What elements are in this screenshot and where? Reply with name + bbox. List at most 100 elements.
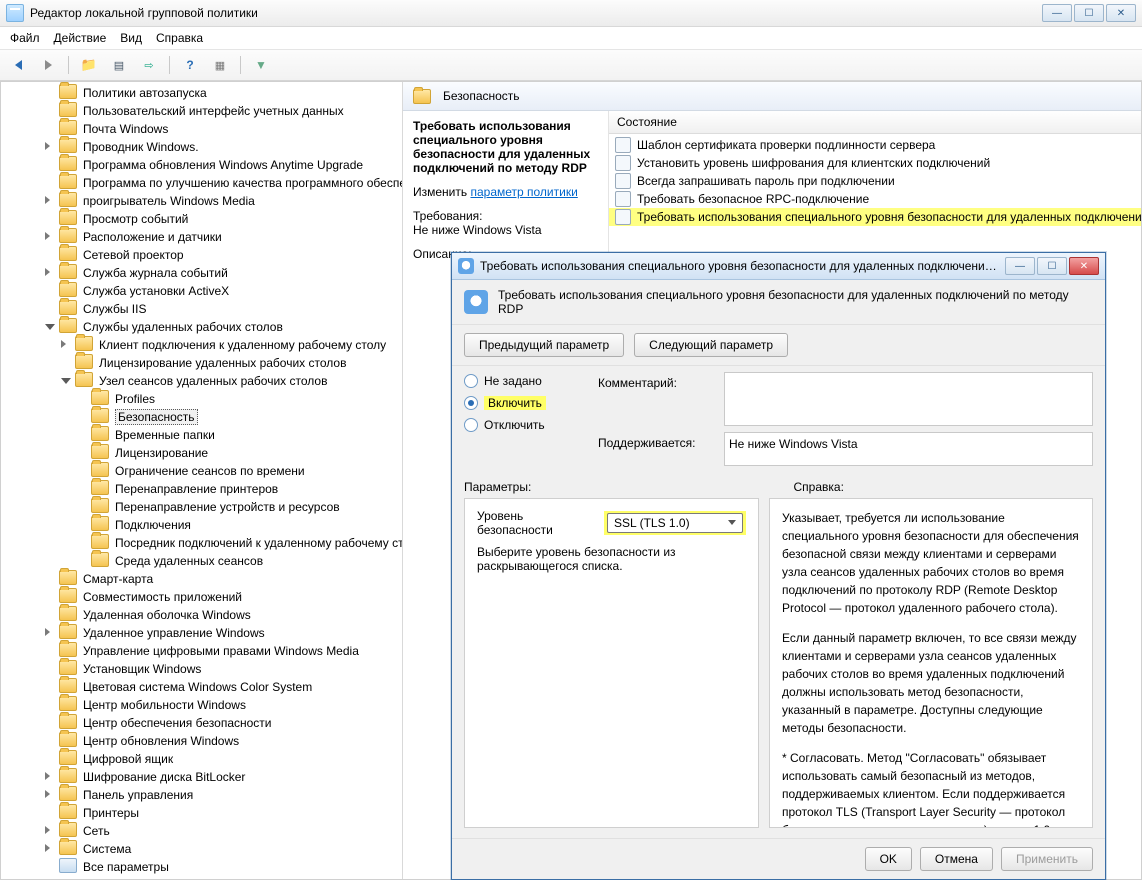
security-level-combo[interactable]: SSL (TLS 1.0): [607, 513, 743, 533]
next-setting-button[interactable]: Следующий параметр: [634, 333, 788, 357]
chevron-right-icon[interactable]: [45, 790, 50, 798]
tree-item[interactable]: Совместимость приложений: [59, 588, 402, 606]
folder-icon: [75, 336, 93, 351]
menu-view[interactable]: Вид: [120, 31, 142, 45]
column-header[interactable]: Состояние: [609, 111, 1141, 134]
folder-icon: [59, 786, 77, 801]
tree-item[interactable]: Служба установки ActiveX: [59, 282, 402, 300]
tree-item[interactable]: Служба журнала событий: [59, 264, 402, 282]
folder-icon: [91, 480, 109, 495]
tree-item[interactable]: Система: [59, 840, 402, 858]
tree-item[interactable]: Проводник Windows.: [59, 138, 402, 156]
tree-item[interactable]: Среда удаленных сеансов: [91, 552, 402, 570]
tree-item[interactable]: Управление цифровыми правами Windows Med…: [59, 642, 402, 660]
help-button[interactable]: ?: [176, 52, 204, 78]
tree-item[interactable]: Profiles: [91, 390, 402, 408]
tree-item[interactable]: Перенаправление принтеров: [91, 480, 402, 498]
tree-item[interactable]: Сеть: [59, 822, 402, 840]
folder-icon: [59, 768, 77, 783]
tree-item[interactable]: Удаленная оболочка Windows: [59, 606, 402, 624]
tree-item[interactable]: Подключения: [91, 516, 402, 534]
dialog-main: Не задано Включить Отключить Комментарий…: [452, 366, 1105, 838]
tree-item[interactable]: Клиент подключения к удаленному рабочему…: [75, 336, 402, 354]
setting-row[interactable]: Установить уровень шифрования для клиент…: [609, 154, 1141, 172]
dialog-maximize-button[interactable]: ☐: [1037, 257, 1067, 275]
tree-item[interactable]: Принтеры: [59, 804, 402, 822]
tree-item[interactable]: Просмотр событий: [59, 210, 402, 228]
chevron-right-icon[interactable]: [45, 844, 50, 852]
tree-item[interactable]: Лицензирование: [91, 444, 402, 462]
tree-item[interactable]: Посредник подключений к удаленному рабоч…: [91, 534, 402, 552]
tree-item[interactable]: Службы IIS: [59, 300, 402, 318]
tree-item[interactable]: проигрыватель Windows Media: [59, 192, 402, 210]
tree-item[interactable]: Службы удаленных рабочих столовКлиент по…: [59, 318, 402, 570]
tree-item[interactable]: Все параметры: [59, 858, 402, 876]
show-hide-button[interactable]: ▤: [105, 52, 133, 78]
tree-item[interactable]: Расположение и датчики: [59, 228, 402, 246]
close-button[interactable]: ✕: [1106, 4, 1136, 22]
tree-item[interactable]: Ограничение сеансов по времени: [91, 462, 402, 480]
tree-item[interactable]: Перенаправление устройств и ресурсов: [91, 498, 402, 516]
setting-row[interactable]: Шаблон сертификата проверки подлинности …: [609, 136, 1141, 154]
radio-enabled[interactable]: Включить: [464, 396, 584, 410]
tree-item[interactable]: Почта Windows: [59, 120, 402, 138]
tree-item[interactable]: Панель управления: [59, 786, 402, 804]
apply-button[interactable]: Применить: [1001, 847, 1093, 871]
ok-button[interactable]: OK: [865, 847, 912, 871]
chevron-right-icon[interactable]: [45, 142, 50, 150]
chevron-down-icon[interactable]: [45, 324, 55, 330]
cancel-button[interactable]: Отмена: [920, 847, 993, 871]
tree-item[interactable]: Центр обновления Windows: [59, 732, 402, 750]
tree-item[interactable]: Безопасность: [91, 408, 402, 426]
comment-textarea[interactable]: [724, 372, 1093, 426]
minimize-button[interactable]: —: [1042, 4, 1072, 22]
tree-item[interactable]: Удаленное управление Windows: [59, 624, 402, 642]
back-button[interactable]: [4, 52, 32, 78]
tree-item[interactable]: Пользовательский интерфейс учетных данны…: [59, 102, 402, 120]
filter-button[interactable]: ▼: [247, 52, 275, 78]
props-button[interactable]: ▦: [206, 52, 234, 78]
chevron-right-icon[interactable]: [45, 826, 50, 834]
maximize-button[interactable]: ☐: [1074, 4, 1104, 22]
chevron-right-icon[interactable]: [45, 772, 50, 780]
tree-item[interactable]: Временные папки: [91, 426, 402, 444]
tree-item[interactable]: Цветовая система Windows Color System: [59, 678, 402, 696]
chevron-right-icon[interactable]: [45, 628, 50, 636]
tree-item[interactable]: Центр обеспечения безопасности: [59, 714, 402, 732]
menu-file[interactable]: Файл: [10, 31, 40, 45]
setting-row[interactable]: Требовать использования специального уро…: [609, 208, 1141, 226]
prev-setting-button[interactable]: Предыдущий параметр: [464, 333, 624, 357]
tree-item[interactable]: Политики автозапуска: [59, 84, 402, 102]
radio-not-configured[interactable]: Не задано: [464, 374, 584, 388]
chevron-right-icon[interactable]: [45, 268, 50, 276]
edit-policy-link[interactable]: параметр политики: [470, 185, 577, 199]
arrow-left-icon: [15, 60, 22, 70]
tree-item[interactable]: Шифрование диска BitLocker: [59, 768, 402, 786]
menu-help[interactable]: Справка: [156, 31, 203, 45]
tree-item[interactable]: Узел сеансов удаленных рабочих столовPro…: [75, 372, 402, 570]
tree-item[interactable]: Сетевой проектор: [59, 246, 402, 264]
tree-item-label: Программа обновления Windows Anytime Upg…: [83, 158, 363, 172]
dialog-minimize-button[interactable]: —: [1005, 257, 1035, 275]
chevron-down-icon[interactable]: [61, 378, 71, 384]
chevron-right-icon[interactable]: [45, 232, 50, 240]
tree-item[interactable]: Центр мобильности Windows: [59, 696, 402, 714]
dialog-close-button[interactable]: ✕: [1069, 257, 1099, 275]
tree-panel[interactable]: Политики автозапускаПользовательский инт…: [1, 82, 403, 879]
tree-item[interactable]: Установщик Windows: [59, 660, 402, 678]
export-button[interactable]: ⇨: [135, 52, 163, 78]
forward-button[interactable]: [34, 52, 62, 78]
tree-item[interactable]: Цифровой ящик: [59, 750, 402, 768]
setting-row[interactable]: Всегда запрашивать пароль при подключени…: [609, 172, 1141, 190]
chevron-right-icon[interactable]: [61, 340, 66, 348]
tree-item[interactable]: Лицензирование удаленных рабочих столов: [75, 354, 402, 372]
tree-item[interactable]: Программа по улучшению качества программ…: [59, 174, 402, 192]
tree-item[interactable]: Смарт-карта: [59, 570, 402, 588]
dialog-titlebar[interactable]: Требовать использования специального уро…: [452, 253, 1105, 280]
radio-disabled[interactable]: Отключить: [464, 418, 584, 432]
up-button[interactable]: 📁: [75, 52, 103, 78]
menu-action[interactable]: Действие: [54, 31, 107, 45]
chevron-right-icon[interactable]: [45, 196, 50, 204]
tree-item[interactable]: Программа обновления Windows Anytime Upg…: [59, 156, 402, 174]
setting-row[interactable]: Требовать безопасное RPC-подключение: [609, 190, 1141, 208]
